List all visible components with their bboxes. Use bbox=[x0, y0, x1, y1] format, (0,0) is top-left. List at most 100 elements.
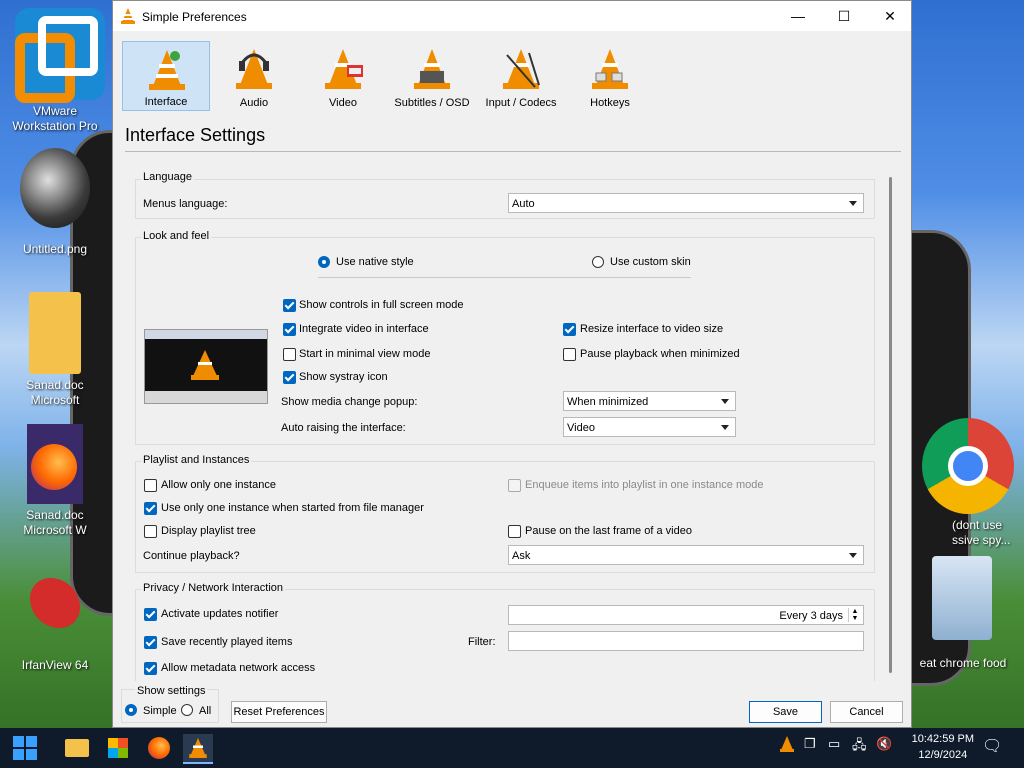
desktop-icon-label: VMware Workstation Pro bbox=[12, 104, 98, 133]
pause-last-frame-label: Pause on the last frame of a video bbox=[525, 525, 692, 537]
interface-cone-icon bbox=[149, 50, 185, 90]
updates-interval-spinbox[interactable]: Every 3 days ▲ ▼ bbox=[508, 605, 864, 625]
chevron-down-icon bbox=[849, 553, 857, 558]
metadata-label: Allow metadata network access bbox=[161, 662, 316, 674]
desktop-icon-label: (dont use ssive spy... bbox=[952, 518, 1011, 547]
subtitles-cone-icon bbox=[414, 49, 450, 89]
enqueue-checkbox[interactable] bbox=[508, 479, 521, 492]
updates-checkbox[interactable] bbox=[144, 608, 157, 621]
recent-items-label: Save recently played items bbox=[161, 636, 293, 648]
tab-video[interactable]: Video bbox=[299, 41, 387, 111]
language-group-title: Language bbox=[141, 171, 194, 183]
settings-scrollbar[interactable] bbox=[889, 177, 895, 673]
desktop-icon-sanad-doc-2[interactable]: Sanad.doc Microsoft W bbox=[5, 424, 105, 538]
tab-hotkeys[interactable]: Hotkeys bbox=[566, 41, 654, 111]
one-instance-label: Allow only one instance bbox=[161, 479, 276, 491]
resize-interface-checkbox[interactable] bbox=[563, 323, 576, 336]
systray-checkbox[interactable] bbox=[283, 371, 296, 384]
playlist-tree-checkbox[interactable] bbox=[144, 525, 157, 538]
desktop-icon-label: Sanad.doc Microsoft W bbox=[23, 508, 87, 537]
spin-arrows-icon[interactable]: ▲ ▼ bbox=[848, 608, 861, 622]
tab-label: Audio bbox=[239, 97, 269, 109]
audio-cone-icon bbox=[236, 49, 272, 89]
firefox-icon bbox=[148, 737, 170, 759]
close-button[interactable]: ✕ bbox=[867, 1, 913, 31]
tab-label: Interface bbox=[144, 96, 188, 108]
preferences-window: Simple Preferences — ☐ ✕ Interface Audio… bbox=[112, 0, 912, 728]
desktop-icon-chrome[interactable]: (dont use ssive spy... bbox=[912, 418, 1024, 547]
clock[interactable]: 10:42:59 PM 12/9/2024 bbox=[912, 731, 974, 763]
one-instance-checkbox[interactable] bbox=[144, 479, 157, 492]
show-settings-label: Show settings bbox=[135, 685, 208, 697]
notifications-icon[interactable]: 🗨 bbox=[982, 736, 1002, 756]
all-radio[interactable] bbox=[181, 704, 193, 716]
scrollbar-thumb[interactable] bbox=[889, 177, 892, 673]
vlc-icon bbox=[121, 8, 135, 24]
tab-label: Video bbox=[329, 97, 357, 109]
vlc-taskbar-button[interactable] bbox=[183, 734, 213, 764]
pause-last-frame-checkbox[interactable] bbox=[508, 525, 521, 538]
custom-skin-radio[interactable] bbox=[592, 256, 604, 268]
integrate-video-label: Integrate video in interface bbox=[299, 323, 429, 335]
minimize-button[interactable]: — bbox=[775, 1, 821, 31]
menus-language-select[interactable]: Auto bbox=[508, 193, 864, 213]
start-button[interactable] bbox=[10, 734, 40, 762]
tray-volume-muted-icon[interactable]: 🔇 bbox=[876, 736, 892, 752]
store-button[interactable] bbox=[103, 734, 133, 762]
cancel-button[interactable]: Cancel bbox=[830, 701, 903, 723]
tab-interface[interactable]: Interface bbox=[122, 41, 210, 111]
media-popup-label: Show media change popup: bbox=[281, 396, 418, 408]
desktop-icon-label: Sanad.doc Microsoft bbox=[26, 378, 84, 407]
file-manager-checkbox[interactable] bbox=[144, 502, 157, 515]
fullscreen-controls-label: Show controls in full screen mode bbox=[299, 299, 464, 311]
playlist-group-title: Playlist and Instances bbox=[141, 454, 252, 466]
tray-window-icon[interactable]: ▭ bbox=[828, 736, 840, 752]
clock-date: 12/9/2024 bbox=[918, 749, 968, 761]
minimal-view-checkbox[interactable] bbox=[283, 348, 296, 361]
vmware-icon bbox=[10, 8, 105, 103]
firefox-button[interactable] bbox=[144, 734, 174, 762]
tab-label: Hotkeys bbox=[590, 97, 630, 109]
clock-time: 10:42:59 PM bbox=[911, 733, 974, 745]
simple-radio[interactable] bbox=[125, 704, 137, 716]
recent-items-checkbox[interactable] bbox=[144, 636, 157, 649]
tray-vlc-icon[interactable] bbox=[780, 736, 794, 755]
media-popup-select[interactable]: When minimized bbox=[563, 391, 736, 411]
continue-playback-select[interactable]: Ask bbox=[508, 545, 864, 565]
desktop-icon-label: Untitled.png bbox=[22, 242, 88, 256]
custom-skin-label: Use custom skin bbox=[610, 256, 691, 268]
desktop-icon-irfanview[interactable]: IrfanView 64 bbox=[5, 570, 105, 673]
reset-preferences-button[interactable]: Reset Preferences bbox=[231, 701, 327, 723]
maximize-button[interactable]: ☐ bbox=[821, 1, 867, 31]
desktop-icon-recycle-bin[interactable]: eat chrome food bbox=[918, 556, 1024, 670]
auto-raise-select[interactable]: Video bbox=[563, 417, 736, 437]
desktop-icon-sanad-doc[interactable]: Sanad.doc Microsoft bbox=[5, 292, 105, 408]
tab-audio[interactable]: Audio bbox=[210, 41, 298, 111]
native-style-radio[interactable] bbox=[318, 256, 330, 268]
firefox-icon bbox=[27, 424, 83, 504]
pause-minimized-label: Pause playback when minimized bbox=[580, 348, 740, 360]
desktop-icon-vmware[interactable]: VMware Workstation Pro bbox=[5, 8, 105, 134]
page-title: Interface Settings bbox=[125, 125, 266, 145]
metadata-checkbox[interactable] bbox=[144, 662, 157, 675]
tab-input-codecs[interactable]: Input / Codecs bbox=[477, 41, 565, 111]
resize-interface-label: Resize interface to video size bbox=[580, 323, 724, 335]
updates-label: Activate updates notifier bbox=[161, 608, 279, 620]
tray-copy-icon[interactable]: ❐ bbox=[804, 736, 816, 752]
minimal-view-label: Start in minimal view mode bbox=[299, 348, 431, 360]
tab-label: Subtitles / OSD bbox=[394, 97, 470, 109]
save-button[interactable]: Save bbox=[749, 701, 822, 723]
tray-network-icon[interactable]: 🖧 bbox=[852, 736, 867, 758]
taskbar: ❐ ▭ 🖧 🔇 10:42:59 PM 12/9/2024 🗨 bbox=[0, 728, 1024, 768]
playlist-tree-label: Display playlist tree bbox=[161, 525, 256, 537]
desktop-icon-untitled-png[interactable]: Untitled.png bbox=[5, 148, 105, 257]
pause-minimized-checkbox[interactable] bbox=[563, 348, 576, 361]
filter-input[interactable] bbox=[508, 631, 864, 651]
integrate-video-checkbox[interactable] bbox=[283, 323, 296, 336]
title-bar[interactable]: Simple Preferences — ☐ ✕ bbox=[113, 1, 911, 31]
tab-subtitles-osd[interactable]: Subtitles / OSD bbox=[388, 41, 476, 111]
look-and-feel-group-title: Look and feel bbox=[141, 230, 212, 242]
title-divider bbox=[125, 151, 901, 152]
fullscreen-controls-checkbox[interactable] bbox=[283, 299, 296, 312]
file-explorer-button[interactable] bbox=[62, 734, 92, 762]
